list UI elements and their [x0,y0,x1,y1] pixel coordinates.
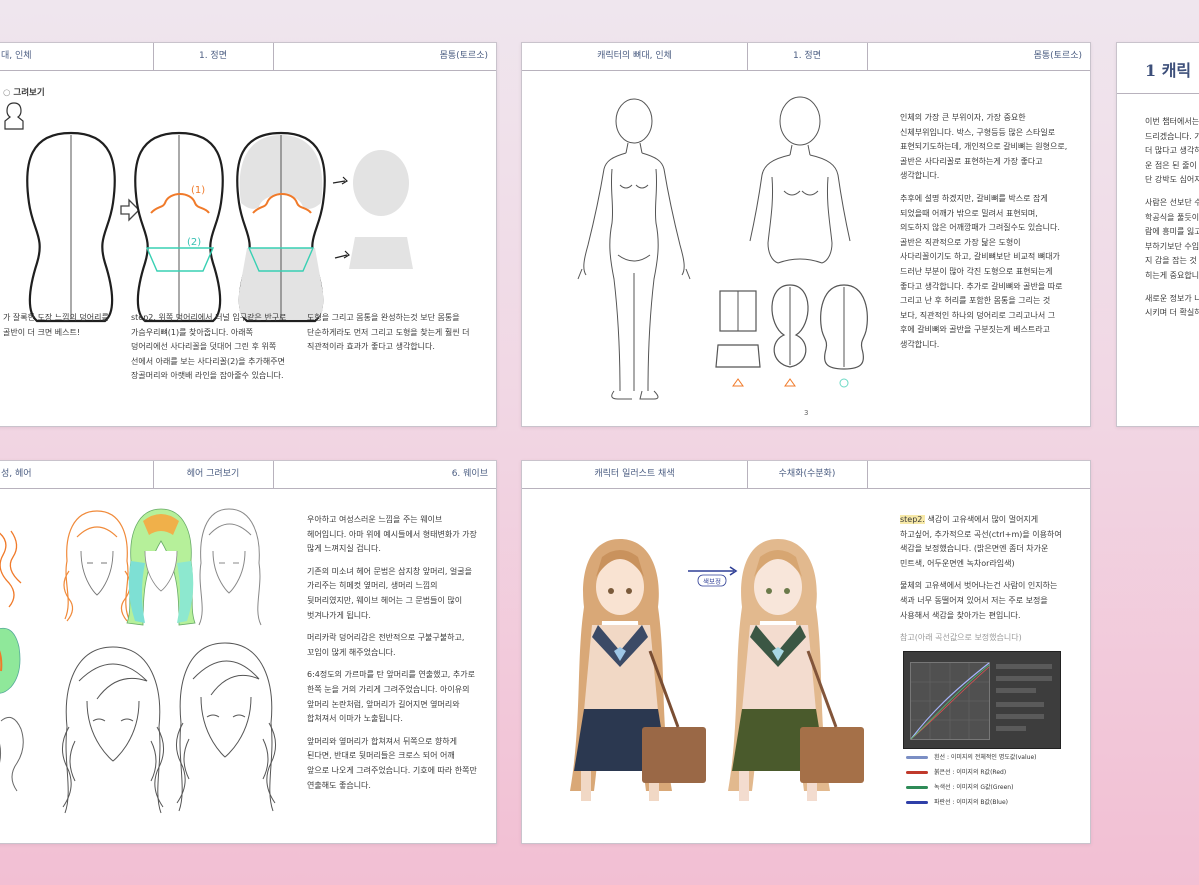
figure-line-art [577,96,868,400]
chapter-title: 1 캐릭 [1117,43,1199,94]
header-topic: 6. 웨이브 [451,469,488,479]
header-chapter: 캐릭터 일러스트 채색 [594,469,675,479]
legend-row: 파란선 : 이미지의 B값(Blue) [904,796,1074,811]
wave-hair-illustrations [0,508,276,814]
header-section: 1. 정면 [198,51,227,61]
header-chapter: 성, 헤어 [1,469,32,479]
header-topic: 몸통(토르소) [1033,51,1082,61]
label-ribcage: (1) [191,185,205,196]
header-section: 헤어 그려보기 [186,469,240,479]
book-page-chapter-intro: 1 캐릭 이번 챕터에서는 드리겠습니다. 기 더 많다고 생각하 운 점은 된… [1116,42,1199,427]
header-section: 1. 정면 [792,51,821,61]
step-text: step2. 색감이 고유색에서 많이 멀어지게 하고싶어, 추가적으로 곡선(… [900,513,1068,654]
legend-row: 붉은선 : 이미지의 R값(Red) [904,766,1074,781]
book-page-watercolor: 캐릭터 일러스트 채색 수채화(수분화) 색보정 step2. 색감이 고유색에… [521,460,1091,844]
body-text: 우아하고 여성스러운 느낌을 주는 웨이브 헤어입니다. 아마 위에 예시들에서… [307,515,477,790]
page-header: 캐릭터 일러스트 채색 수채화(수분화) [522,461,1090,489]
page-header: 대, 인체 1. 정면 몸통(토르소) [0,43,496,71]
curve-legend: 흰선 : 이미지의 전체적인 명도값(value) 붉은선 : 이미지의 R값(… [904,751,1074,811]
curve-swatch-red [906,771,928,774]
curve-swatch-blue [906,801,928,804]
book-page-torso-front: 캐릭터의 뼈대, 인체 1. 정면 몸통(토르소) 인체의 가장 큰 부위이자,… [521,42,1091,427]
character-illustrations: 색보정 [570,539,864,801]
curve-note: 참고(아래 곡선값으로 보정했습니다) [900,633,1022,643]
header-chapter: 대, 인체 [1,51,32,61]
intro-text: 이번 챕터에서는 드리겠습니다. 기 더 많다고 생각하 운 점은 된 줄이 단… [1145,117,1199,318]
caption-step2: step2. 위쪽 덩어리에서 터널 입구같은 반구로 가슴우리뼈(1)를 찾아… [131,313,287,381]
step-label: step2. [900,515,925,524]
caption-right: 도형을 그리고 몸통을 완성하는것 보단 몸통을 단순하게라도 먼저 그리고 도… [307,313,470,352]
legend-row: 흰선 : 이미지의 전체적인 명도값(value) [904,751,1074,766]
arrow-label: 색보정 [703,577,721,586]
label-pelvis: (2) [187,237,201,248]
curves-dialog-screenshot [903,651,1061,749]
section-title: ○ 그려보기 [3,88,45,98]
curve-swatch-white [906,756,928,759]
body-text: 인체의 가장 큰 부위이자, 가장 중요한 신체부위입니다. 박스, 구형등등 … [900,113,1068,349]
header-section: 수채화(수분화) [778,469,836,479]
caption-left: 가 잘록한 도장 느낌의 덩어리를 골반이 더 크면 베스트! [3,313,109,337]
header-topic: 몸통(토르소) [439,51,488,61]
curve-swatch-green [906,786,928,789]
book-page-torso-steps: 대, 인체 1. 정면 몸통(토르소) ○ 그려보기 (1) (2) 가 잘록한… [0,42,497,427]
header-chapter: 캐릭터의 뼈대, 인체 [597,51,672,61]
page-header: 성, 헤어 헤어 그려보기 6. 웨이브 [0,461,496,489]
page-header: 캐릭터의 뼈대, 인체 1. 정면 몸통(토르소) [522,43,1090,71]
book-page-wave-hair: 성, 헤어 헤어 그려보기 6. 웨이브 우아하고 여성스러운 느낌을 주는 웨… [0,460,497,844]
legend-row: 녹색선 : 이미지의 G값(Green) [904,781,1074,796]
page-number: 3 [804,409,809,417]
